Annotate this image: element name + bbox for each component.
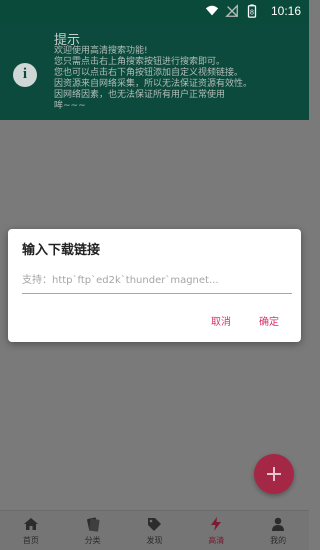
cancel-button[interactable]: 取消 (211, 313, 231, 328)
status-bar: 8 10:16 (0, 0, 309, 24)
nav-item-hd[interactable]: 高清 (185, 511, 247, 550)
lightning-icon (211, 517, 222, 531)
home-icon (23, 518, 38, 530)
banner-body: 欢迎使用高清搜索功能! 您只需点击右上角搜索按钮进行搜索即可。 您也可以点击右下… (54, 46, 253, 111)
confirm-button[interactable]: 确定 (259, 313, 279, 328)
add-link-fab[interactable] (254, 454, 294, 494)
person-icon (272, 517, 285, 531)
category-icon (86, 517, 100, 532)
bottom-nav: 首页 分类 发现 高清 我的 (0, 510, 309, 550)
tag-icon (148, 518, 162, 531)
wifi-icon (205, 5, 219, 16)
no-signal-icon (225, 4, 238, 17)
dialog-title: 输入下载链接 (22, 243, 101, 258)
nav-item-home[interactable]: 首页 (0, 511, 62, 550)
status-time: 10:16 (270, 4, 301, 18)
status-icons: 8 (205, 4, 259, 18)
nav-label: 首页 (22, 536, 39, 545)
nav-label: 发现 (146, 536, 163, 545)
nav-item-discover[interactable]: 发现 (124, 511, 186, 550)
download-link-dialog: 输入下载链接 取消 确定 (8, 229, 301, 342)
battery-level: 8 (250, 10, 254, 17)
download-link-input[interactable] (22, 270, 292, 294)
nav-item-mine[interactable]: 我的 (247, 511, 309, 550)
info-icon (13, 63, 37, 87)
nav-label: 高清 (208, 536, 225, 545)
nav-item-category[interactable]: 分类 (62, 511, 124, 550)
nav-label: 分类 (84, 536, 101, 545)
info-banner: 提示 欢迎使用高清搜索功能! 您只需点击右上角搜索按钮进行搜索即可。 您也可以点… (0, 24, 309, 120)
nav-label: 我的 (270, 536, 287, 545)
battery-icon: 8 (247, 4, 257, 18)
